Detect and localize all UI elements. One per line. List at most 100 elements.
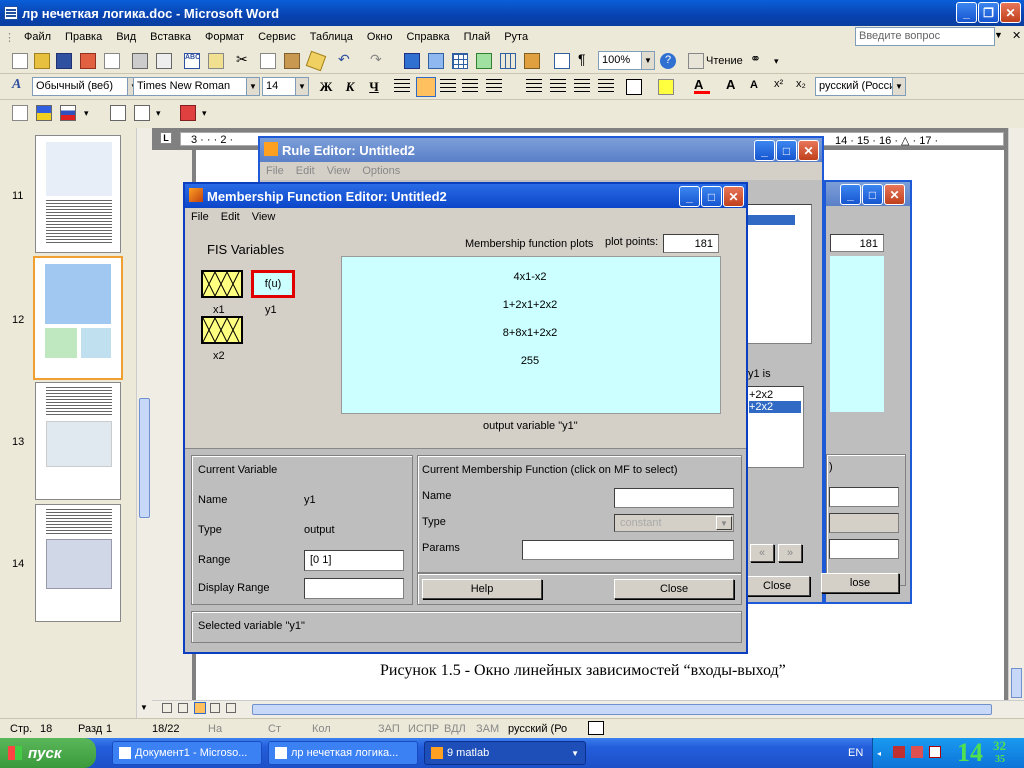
- y1-variable-box[interactable]: f(u): [251, 270, 295, 298]
- rule-prev-button[interactable]: «: [750, 544, 774, 562]
- tables-borders-icon[interactable]: [428, 53, 444, 69]
- italic-button[interactable]: К: [340, 78, 360, 96]
- range-input[interactable]: [0 1]: [304, 550, 404, 571]
- borders-icon[interactable]: [626, 79, 642, 95]
- hyperlink-icon[interactable]: [404, 53, 420, 69]
- menu-tools[interactable]: Сервис: [251, 31, 303, 43]
- status-ovr[interactable]: ЗАМ: [476, 723, 499, 735]
- print-icon[interactable]: [132, 53, 148, 69]
- show-hide-icon[interactable]: ¶: [578, 51, 594, 67]
- drawing-icon[interactable]: [524, 53, 540, 69]
- x2-variable-box[interactable]: [201, 316, 243, 344]
- back-min-button[interactable]: _: [840, 184, 861, 205]
- style-combo[interactable]: Обычный (веб): [32, 77, 128, 96]
- mf-plot-area[interactable]: 4x1-x2 1+2x1+2x2 8+8x1+2x2 255: [341, 256, 721, 414]
- web-view-icon[interactable]: [178, 703, 188, 713]
- thumbnail-scrollbar[interactable]: ▼: [136, 128, 152, 718]
- highlight-icon[interactable]: [658, 79, 674, 95]
- align-center-icon[interactable]: [416, 77, 436, 97]
- menu-view[interactable]: Вид: [109, 31, 143, 43]
- mf-item-1[interactable]: 4x1-x2: [342, 271, 718, 283]
- rule-close-text-button[interactable]: Close: [744, 576, 810, 596]
- rule-output-item-selected[interactable]: +2x2: [749, 401, 801, 413]
- zoom-dropdown-icon[interactable]: ▼: [641, 51, 655, 70]
- checklist-icon[interactable]: [12, 105, 28, 121]
- reading-view-icon[interactable]: [226, 703, 236, 713]
- mf-name-input[interactable]: [614, 488, 734, 508]
- menu-file[interactable]: Файл: [17, 31, 58, 43]
- rule-next-button[interactable]: »: [778, 544, 802, 562]
- print-view-icon[interactable]: [194, 702, 206, 714]
- rule-max-button[interactable]: □: [776, 140, 797, 161]
- back-max-button[interactable]: □: [862, 184, 883, 205]
- mf-max-button[interactable]: □: [701, 186, 722, 207]
- tray-icon-2[interactable]: [911, 746, 923, 758]
- rule-list-box[interactable]: [746, 204, 812, 344]
- spelling-icon[interactable]: ABC: [184, 53, 200, 69]
- taskbar-item-matlab[interactable]: 9 matlab ▼: [424, 741, 586, 765]
- copy-icon[interactable]: [260, 53, 276, 69]
- tray-icon-1[interactable]: [893, 746, 905, 758]
- mf-type-dropdown-icon[interactable]: ▼: [716, 516, 732, 530]
- x1-variable-box[interactable]: [201, 270, 243, 298]
- start-button[interactable]: пуск: [0, 738, 96, 768]
- restore-button[interactable]: ❐: [978, 2, 999, 23]
- status-rec[interactable]: ЗАП: [378, 723, 400, 735]
- size-dropdown-icon[interactable]: ▼: [295, 77, 309, 96]
- tool-b-icon[interactable]: [134, 105, 150, 121]
- vertical-scroll-thumb[interactable]: [1011, 668, 1022, 698]
- back-name-field[interactable]: [829, 487, 899, 507]
- email-icon[interactable]: [104, 53, 120, 69]
- mf-menu-edit[interactable]: Edit: [215, 211, 246, 223]
- font-combo[interactable]: Times New Roman: [133, 77, 247, 96]
- insert-table-icon[interactable]: [452, 53, 468, 69]
- columns-icon[interactable]: [500, 53, 516, 69]
- rule-menu-edit[interactable]: Edit: [290, 165, 321, 177]
- language-combo[interactable]: русский (Росси: [815, 77, 893, 96]
- mf-item-3[interactable]: 8+8x1+2x2: [342, 327, 718, 339]
- print-preview-icon[interactable]: [156, 53, 172, 69]
- permission-icon[interactable]: [80, 53, 96, 69]
- status-ext[interactable]: ВДЛ: [444, 723, 466, 735]
- new-doc-icon[interactable]: [12, 53, 28, 69]
- menu-help-2[interactable]: Справка: [399, 31, 456, 43]
- insert-excel-icon[interactable]: [476, 53, 492, 69]
- menu-format[interactable]: Формат: [198, 31, 251, 43]
- back-plot-points[interactable]: 181: [830, 234, 884, 252]
- superscript-icon[interactable]: x²: [774, 78, 790, 94]
- rule-output-list[interactable]: +2x2 +2x2: [746, 386, 804, 468]
- numbering-icon[interactable]: [526, 79, 542, 95]
- outline-view-icon[interactable]: [210, 703, 220, 713]
- menu-window[interactable]: Окно: [360, 31, 400, 43]
- back-close-button[interactable]: ✕: [884, 184, 905, 205]
- mf-menu-file[interactable]: File: [185, 211, 215, 223]
- taskbar-item-doc2[interactable]: лр нечеткая логика...: [268, 741, 418, 765]
- paste-icon[interactable]: [284, 53, 300, 69]
- menu-table[interactable]: Таблица: [303, 31, 360, 43]
- horizontal-scrollbar[interactable]: [152, 700, 1024, 718]
- toolbar-options-2-icon[interactable]: ▾: [84, 108, 100, 124]
- styles-icon[interactable]: A: [12, 77, 28, 93]
- tray-expand-icon[interactable]: ◂: [877, 749, 881, 758]
- read-icon[interactable]: [688, 53, 704, 69]
- underline-button[interactable]: Ч: [364, 78, 384, 96]
- toolbar-options-3-icon[interactable]: ▾: [156, 108, 172, 124]
- justify-icon[interactable]: [462, 79, 478, 95]
- thumbnail-page-11[interactable]: [35, 135, 121, 253]
- tray-language[interactable]: EN: [848, 747, 863, 759]
- menu-edit[interactable]: Правка: [58, 31, 109, 43]
- vertical-scrollbar[interactable]: [1008, 128, 1024, 718]
- bold-button[interactable]: Ж: [316, 78, 336, 96]
- bullets-icon[interactable]: [550, 79, 566, 95]
- zoom-combo[interactable]: 100%: [598, 51, 642, 70]
- rule-menu-options[interactable]: Options: [356, 165, 406, 177]
- matlab-group-arrow-icon[interactable]: ▼: [571, 749, 579, 758]
- font-dropdown-icon[interactable]: ▼: [246, 77, 260, 96]
- taskbar-item-doc1[interactable]: Документ1 - Microso...: [112, 741, 262, 765]
- minimize-button[interactable]: _: [956, 2, 977, 23]
- size-combo[interactable]: 14: [262, 77, 296, 96]
- subscript-icon[interactable]: x₂: [796, 78, 812, 94]
- thumbnail-page-13[interactable]: [35, 382, 121, 500]
- align-right-icon[interactable]: [440, 79, 456, 95]
- thumbnail-page-14[interactable]: [35, 504, 121, 622]
